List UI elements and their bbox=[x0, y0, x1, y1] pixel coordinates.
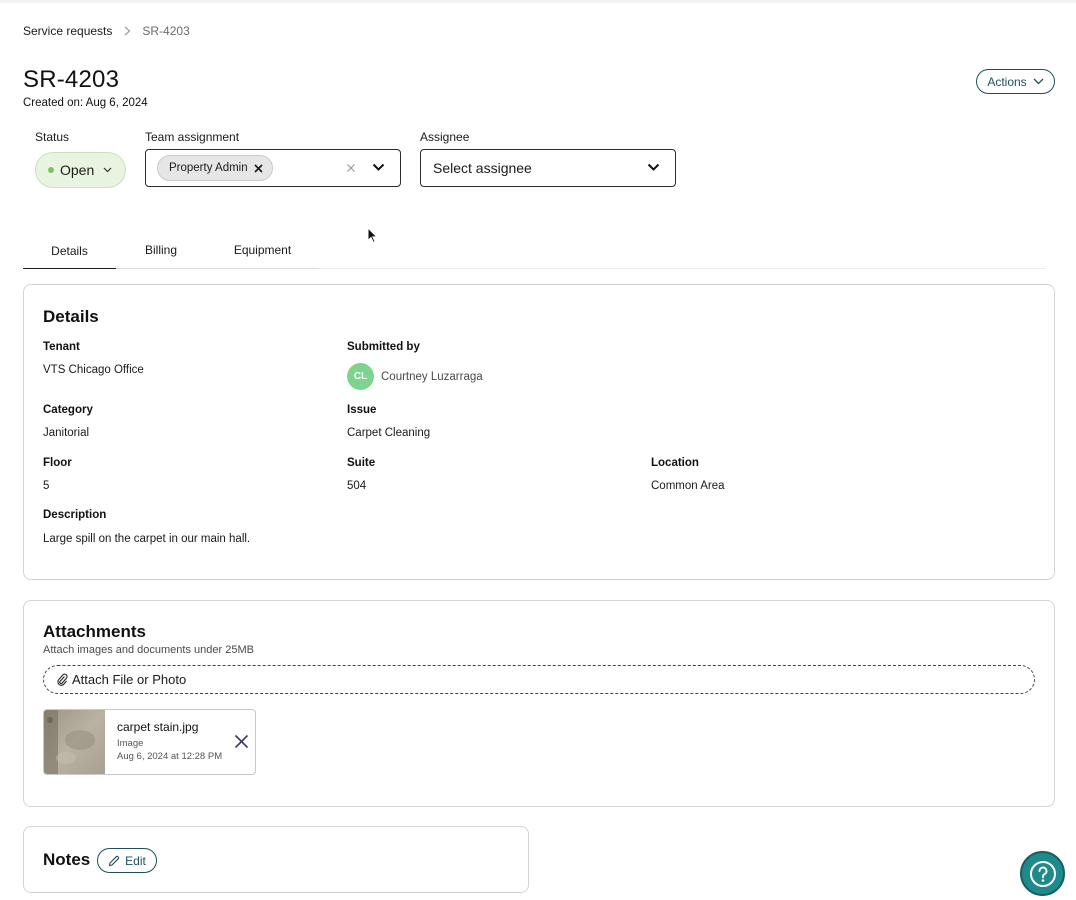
tab-equipment[interactable]: Equipment bbox=[206, 238, 319, 269]
tenant-value: VTS Chicago Office bbox=[43, 364, 144, 376]
top-border bbox=[0, 0, 1076, 3]
assignee-select[interactable]: Select assignee bbox=[420, 149, 676, 187]
tenant-label: Tenant bbox=[43, 341, 80, 353]
attachment-date: Aug 6, 2024 at 12:28 PM bbox=[117, 751, 223, 762]
team-chip-label: Property Admin bbox=[169, 162, 248, 174]
submitter: CL Courtney Luzarraga bbox=[347, 363, 483, 390]
issue-label: Issue bbox=[347, 404, 377, 416]
pencil-icon bbox=[108, 855, 120, 867]
actions-label: Actions bbox=[987, 74, 1027, 89]
breadcrumb: Service requests SR-4203 bbox=[23, 24, 190, 38]
details-title: Details bbox=[43, 307, 99, 326]
chevron-down-icon[interactable] bbox=[372, 163, 385, 172]
breadcrumb-service-requests[interactable]: Service requests bbox=[23, 24, 112, 38]
team-assignment-label: Team assignment bbox=[145, 130, 240, 144]
actions-button[interactable]: Actions bbox=[976, 69, 1055, 94]
status-value: Open bbox=[60, 162, 95, 178]
attachment-item[interactable]: carpet stain.jpg Image Aug 6, 2024 at 12… bbox=[43, 709, 256, 775]
category-label: Category bbox=[43, 404, 93, 416]
paperclip-icon bbox=[57, 673, 68, 686]
chevron-right-icon bbox=[124, 26, 131, 36]
description-value: Large spill on the carpet in our main ha… bbox=[43, 533, 251, 545]
issue-value: Carpet Cleaning bbox=[347, 427, 431, 439]
avatar: CL bbox=[347, 363, 374, 390]
breadcrumb-current: SR-4203 bbox=[142, 24, 190, 38]
notes-title: Notes bbox=[43, 850, 91, 869]
tab-billing[interactable]: Billing bbox=[116, 238, 206, 269]
team-chip-property-admin: Property Admin bbox=[157, 155, 273, 181]
clear-icon[interactable] bbox=[344, 161, 358, 175]
help-button[interactable] bbox=[1020, 851, 1065, 896]
status-dropdown[interactable]: Open bbox=[35, 152, 126, 188]
location-value: Common Area bbox=[651, 480, 725, 492]
floor-value: 5 bbox=[43, 480, 50, 492]
submitted-by-label: Submitted by bbox=[347, 341, 420, 353]
suite-label: Suite bbox=[347, 457, 376, 469]
attach-file-button[interactable]: Attach File or Photo bbox=[43, 665, 1035, 694]
location-label: Location bbox=[651, 457, 699, 469]
close-icon[interactable] bbox=[254, 163, 263, 173]
description-label: Description bbox=[43, 509, 107, 521]
notes-card: Notes Edit bbox=[23, 826, 529, 893]
attachments-title: Attachments bbox=[43, 622, 146, 641]
attachment-thumbnail bbox=[44, 710, 105, 774]
tab-details[interactable]: Details bbox=[23, 238, 116, 269]
assignee-placeholder: Select assignee bbox=[433, 160, 532, 176]
floor-label: Floor bbox=[43, 457, 72, 469]
attachment-type: Image bbox=[117, 738, 144, 749]
submitter-name: Courtney Luzarraga bbox=[381, 370, 483, 383]
assignee-label: Assignee bbox=[420, 130, 470, 144]
status-label: Status bbox=[35, 130, 70, 144]
attachment-name: carpet stain.jpg bbox=[117, 720, 199, 734]
attach-file-label: Attach File or Photo bbox=[72, 672, 187, 687]
chevron-down-icon bbox=[647, 163, 660, 172]
suite-value: 504 bbox=[347, 480, 367, 492]
tab-bar: Details Billing Equipment bbox=[23, 238, 1046, 269]
details-card: Details Tenant VTS Chicago Office Submit… bbox=[23, 284, 1055, 580]
attachments-hint: Attach images and documents under 25MB bbox=[43, 644, 254, 656]
created-on-date: Created on: Aug 6, 2024 bbox=[23, 97, 148, 109]
category-value: Janitorial bbox=[43, 427, 90, 439]
help-icon bbox=[1029, 860, 1057, 888]
attachments-card: Attachments Attach images and documents … bbox=[23, 600, 1055, 807]
status-dot bbox=[48, 167, 54, 173]
edit-notes-button[interactable]: Edit bbox=[97, 848, 157, 873]
chevron-down-icon bbox=[103, 167, 112, 173]
close-icon[interactable] bbox=[234, 734, 249, 749]
edit-label: Edit bbox=[125, 853, 146, 868]
page-title: SR-4203 bbox=[23, 66, 120, 93]
chevron-down-icon bbox=[1033, 78, 1044, 85]
team-assignment-select[interactable]: Property Admin bbox=[145, 149, 401, 187]
